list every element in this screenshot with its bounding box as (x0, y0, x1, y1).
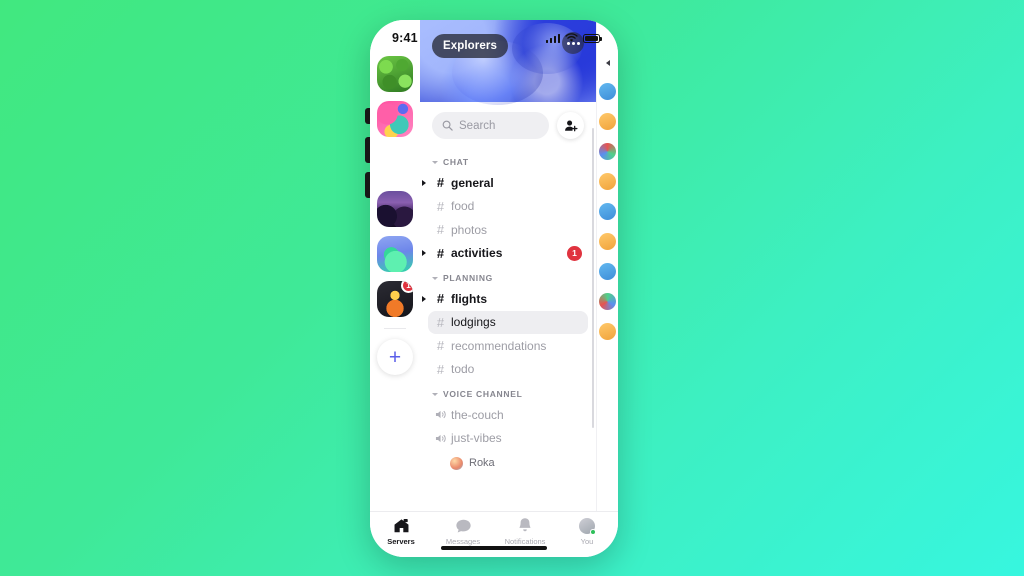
server-icon-desert-night[interactable] (377, 191, 413, 227)
member-avatar[interactable] (599, 113, 616, 130)
hash-icon: # (436, 314, 445, 330)
channel-item-food[interactable]: # food (428, 195, 588, 219)
hash-icon: # (436, 361, 445, 377)
server-icon-leaves[interactable] (377, 56, 413, 92)
channel-category-label: PLANNING (443, 273, 493, 283)
hash-icon: # (436, 198, 445, 214)
voice-member-name: Roka (469, 457, 495, 469)
expand-arrow-icon[interactable] (422, 250, 426, 257)
voice-member-avatar (450, 456, 463, 470)
channel-name: photos (451, 222, 488, 237)
member-avatar[interactable] (599, 323, 616, 340)
tab-notifications[interactable]: Notifications (494, 516, 556, 546)
tab-messages-label: Messages (445, 537, 481, 546)
server-icon-frog-art[interactable] (377, 101, 413, 137)
search-icon (442, 120, 453, 131)
add-person-icon (564, 119, 578, 131)
hash-icon: # (436, 222, 445, 238)
chevron-left-icon[interactable] (605, 60, 610, 66)
status-bar-icons (545, 33, 602, 43)
channel-category-header[interactable]: VOICE CHANNEL (420, 381, 596, 403)
channel-list[interactable]: CHAT # general # food # photos # activities 1 PLAN… (420, 145, 596, 511)
member-avatar[interactable] (599, 233, 616, 250)
member-avatar[interactable] (599, 203, 616, 220)
cellular-bars-icon (545, 33, 560, 43)
server-rail-divider (384, 328, 406, 329)
channel-category-label: CHAT (443, 157, 469, 167)
battery-icon (583, 33, 602, 43)
server-unread-badge: 1 (401, 281, 413, 293)
tab-you[interactable]: You (556, 516, 618, 546)
tab-messages[interactable]: Messages (432, 516, 494, 546)
server-icon-doll[interactable] (377, 146, 413, 182)
tab-notifications-label: Notifications (504, 537, 546, 546)
search-row: Search (420, 102, 596, 145)
speaker-icon (434, 431, 447, 446)
channel-item-just-vibes[interactable]: just-vibes (428, 427, 588, 451)
voice-member-Roka[interactable]: Roka (428, 453, 588, 473)
channel-name: the-couch (451, 407, 504, 422)
status-bar: 9:41 (370, 20, 618, 50)
tab-servers[interactable]: Servers (370, 516, 432, 546)
channel-item-general[interactable]: # general (422, 171, 588, 195)
tab-you-label: You (580, 537, 594, 546)
member-avatar[interactable] (599, 293, 616, 310)
channel-list-scrollbar[interactable] (591, 128, 594, 428)
expand-arrow-icon[interactable] (422, 179, 426, 186)
channel-name: food (451, 199, 475, 214)
speaker-icon (434, 407, 447, 422)
wifi-icon (565, 33, 578, 42)
member-list-peek[interactable] (596, 20, 618, 511)
server-icon-green-blob[interactable] (377, 236, 413, 272)
channel-name: recommendations (451, 338, 547, 353)
phone-device: 9:41 1 + Explorers Search CHAT # general… (370, 20, 618, 557)
search-placeholder: Search (459, 119, 496, 132)
channel-name: general (451, 175, 494, 190)
hash-icon: # (436, 175, 445, 191)
search-input[interactable]: Search (432, 112, 549, 139)
channel-item-flights[interactable]: # flights (422, 287, 588, 311)
chevron-down-icon (432, 160, 438, 164)
bell-icon (517, 516, 533, 535)
hash-icon: # (436, 291, 445, 307)
channel-item-todo[interactable]: # todo (428, 358, 588, 382)
bottom-tab-bar: Servers Messages Notifications You (370, 511, 618, 557)
channel-name: todo (451, 362, 475, 377)
channel-item-lodgings[interactable]: # lodgings (428, 310, 588, 334)
home-indicator (441, 546, 547, 550)
server-rail: 1 + (370, 20, 420, 511)
channel-item-photos[interactable]: # photos (428, 218, 588, 242)
member-avatar[interactable] (599, 173, 616, 190)
member-avatar[interactable] (599, 263, 616, 280)
status-bar-clock: 9:41 (392, 31, 418, 45)
hash-icon: # (436, 338, 445, 354)
channel-category-header[interactable]: CHAT (420, 149, 596, 171)
channel-item-activities[interactable]: # activities 1 (422, 242, 588, 266)
channel-name: lodgings (451, 315, 496, 330)
channel-unread-badge: 1 (567, 245, 582, 261)
hash-icon: # (436, 245, 445, 261)
channel-category-header[interactable]: PLANNING (420, 265, 596, 287)
channel-panel: Explorers Search CHAT # general # food #… (420, 20, 596, 511)
channel-item-recommendations[interactable]: # recommendations (428, 334, 588, 358)
app-body: 1 + Explorers Search CHAT # general # fo… (370, 20, 618, 511)
channel-item-the-couch[interactable]: the-couch (428, 403, 588, 427)
add-server-button[interactable]: + (377, 339, 413, 375)
member-avatar[interactable] (599, 143, 616, 160)
servers-icon (393, 516, 410, 535)
server-icon-robot[interactable]: 1 (377, 281, 413, 317)
channel-name: activities (451, 246, 503, 261)
expand-arrow-icon[interactable] (422, 295, 426, 302)
message-bubble-icon (455, 516, 472, 535)
channel-category-label: VOICE CHANNEL (443, 389, 523, 399)
channel-name: flights (451, 291, 487, 306)
chevron-down-icon (432, 392, 438, 396)
tab-servers-label: Servers (387, 537, 415, 546)
online-status-dot (590, 528, 596, 535)
chevron-down-icon (432, 276, 438, 280)
member-avatar[interactable] (599, 83, 616, 100)
add-person-button[interactable] (557, 112, 584, 139)
channel-name: just-vibes (451, 431, 502, 446)
avatar-icon (579, 516, 596, 535)
